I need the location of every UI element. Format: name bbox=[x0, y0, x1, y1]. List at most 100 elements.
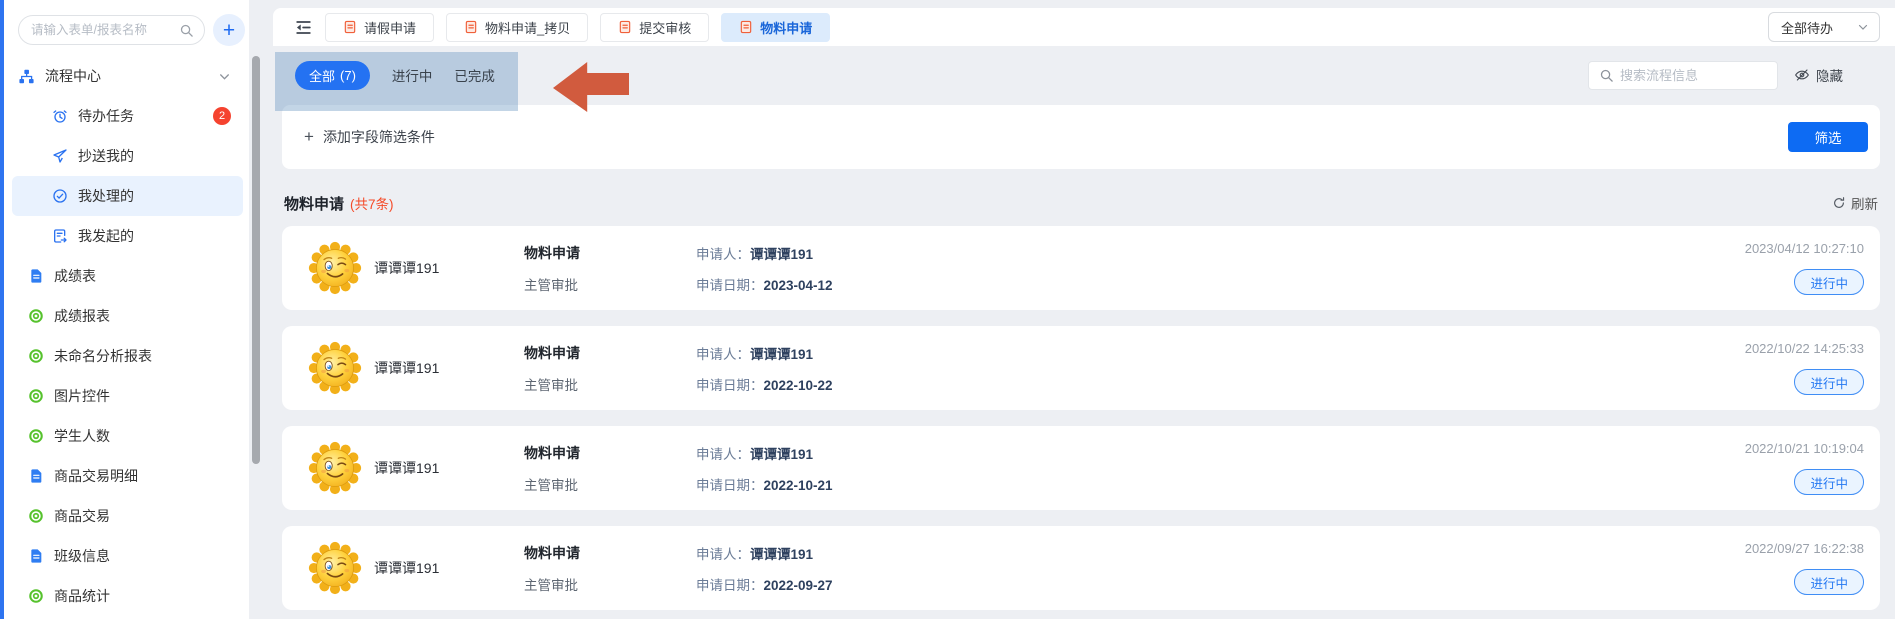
sidebar-search-input[interactable] bbox=[31, 23, 179, 37]
sidebar-scrollbar[interactable] bbox=[252, 56, 260, 464]
date-label: 申请日期： bbox=[696, 578, 764, 593]
current-step: 主管审批 bbox=[524, 374, 696, 394]
search-icon bbox=[179, 23, 194, 38]
tab-material-request-copy[interactable]: 物料申请_拷贝 bbox=[446, 13, 588, 42]
eye-slash-icon bbox=[1794, 67, 1810, 83]
menu-fold-icon[interactable] bbox=[293, 17, 313, 37]
applicant-value: 谭谭谭191 bbox=[750, 247, 813, 262]
sidebar-item-cc-to-me[interactable]: 抄送我的 bbox=[4, 136, 249, 176]
avatar bbox=[308, 241, 362, 295]
date-label: 申请日期： bbox=[696, 278, 764, 293]
form-name: 物料申请 bbox=[524, 543, 696, 563]
sidebar-item-trade[interactable]: 商品交易 bbox=[4, 496, 249, 536]
hide-label: 隐藏 bbox=[1816, 65, 1843, 85]
filter-tab-all[interactable]: 全部 (7) bbox=[295, 61, 370, 90]
sidebar-item-unnamed-report[interactable]: 未命名分析报表 bbox=[4, 336, 249, 376]
todo-filter-value: 全部待办 bbox=[1781, 18, 1833, 37]
sidebar-item-trade-detail[interactable]: 商品交易明细 bbox=[4, 456, 249, 496]
refresh-icon bbox=[1832, 196, 1846, 210]
process-card[interactable]: 谭谭谭191 物料申请 主管审批 申请人：谭谭谭191 申请日期：2022-09… bbox=[282, 526, 1880, 610]
filter-condition-card: + 添加字段筛选条件 筛选 bbox=[282, 105, 1880, 169]
tab-leave-request[interactable]: 请假申请 bbox=[325, 13, 434, 42]
tab-material-request[interactable]: 物料申请 bbox=[721, 13, 830, 42]
date-value: 2022-10-22 bbox=[764, 378, 833, 393]
tab-submit-review[interactable]: 提交审核 bbox=[600, 13, 709, 42]
sidebar-item-label: 商品交易明细 bbox=[54, 466, 138, 486]
hide-button[interactable]: 隐藏 bbox=[1794, 65, 1843, 85]
chevron-down-icon bbox=[1857, 21, 1869, 33]
report-icon bbox=[28, 348, 44, 364]
sidebar-item-todo-tasks[interactable]: 待办任务 2 bbox=[4, 96, 249, 136]
process-card[interactable]: 谭谭谭191 物料申请 主管审批 申请人：谭谭谭191 申请日期：2023-04… bbox=[282, 226, 1880, 310]
applicant-label: 申请人： bbox=[696, 347, 750, 362]
todo-filter-select[interactable]: 全部待办 bbox=[1768, 12, 1880, 42]
list-count: (共7条) bbox=[350, 193, 394, 213]
sidebar-item-label: 商品交易 bbox=[54, 506, 110, 526]
status-badge: 进行中 bbox=[1794, 269, 1864, 295]
sidebar-item-class-info[interactable]: 班级信息 bbox=[4, 536, 249, 576]
process-card[interactable]: 谭谭谭191 物料申请 主管审批 申请人：谭谭谭191 申请日期：2022-10… bbox=[282, 426, 1880, 510]
applicant-value: 谭谭谭191 bbox=[750, 447, 813, 462]
sidebar-item-label: 成绩报表 bbox=[54, 306, 110, 326]
chevron-down-icon[interactable] bbox=[218, 70, 231, 83]
applicant-label: 申请人： bbox=[696, 547, 750, 562]
current-step: 主管审批 bbox=[524, 274, 696, 294]
sidebar-item-label: 待办任务 bbox=[78, 106, 134, 126]
timestamp: 2022/10/21 10:19:04 bbox=[1745, 441, 1864, 456]
process-card[interactable]: 谭谭谭191 物料申请 主管审批 申请人：谭谭谭191 申请日期：2022-10… bbox=[282, 326, 1880, 410]
sidebar-item-label: 未命名分析报表 bbox=[54, 346, 152, 366]
report-icon bbox=[28, 308, 44, 324]
filter-tab-in-progress[interactable]: 进行中 bbox=[392, 65, 433, 85]
avatar bbox=[308, 341, 362, 395]
sidebar-item-label: 抄送我的 bbox=[78, 146, 134, 166]
search-icon bbox=[1599, 68, 1614, 83]
avatar bbox=[308, 441, 362, 495]
sidebar-item-product-stats[interactable]: 商品统计 bbox=[4, 576, 249, 616]
sidebar-item-label: 图片控件 bbox=[54, 386, 110, 406]
status-badge: 进行中 bbox=[1794, 369, 1864, 395]
sidebar-item-label: 成绩表 bbox=[54, 266, 96, 286]
sidebar-item-label: 班级信息 bbox=[54, 546, 110, 566]
filter-tab-completed[interactable]: 已完成 bbox=[454, 65, 495, 85]
sidebar-item-initiated-by-me[interactable]: 我发起的 bbox=[4, 216, 249, 256]
sidebar-item-handled-by-me[interactable]: 我处理的 bbox=[12, 176, 243, 216]
status-filter-row: 全部 (7) 进行中 已完成 隐藏 bbox=[273, 46, 1895, 104]
status-badge: 进行中 bbox=[1794, 469, 1864, 495]
add-condition-button[interactable]: + 添加字段筛选条件 bbox=[304, 127, 435, 147]
avatar bbox=[308, 541, 362, 595]
check-circle-icon bbox=[52, 188, 68, 204]
sidebar-search[interactable] bbox=[18, 15, 205, 45]
refresh-label: 刷新 bbox=[1851, 193, 1878, 213]
sidebar-item-process-center[interactable]: 流程中心 bbox=[4, 56, 249, 96]
paper-plane-icon bbox=[52, 148, 68, 164]
form-doc-icon bbox=[28, 548, 44, 564]
sidebar-item-student-count[interactable]: 学生人数 bbox=[4, 416, 249, 456]
sidebar-item-score-report[interactable]: 成绩报表 bbox=[4, 296, 249, 336]
applicant-label: 申请人： bbox=[696, 247, 750, 262]
process-search-input[interactable] bbox=[1620, 68, 1767, 83]
refresh-button[interactable]: 刷新 bbox=[1832, 193, 1878, 213]
report-icon bbox=[28, 508, 44, 524]
list-header: 物料申请 (共7条) 刷新 bbox=[284, 190, 1878, 216]
sidebar-nav: 流程中心 待办任务 2 抄送我的 我 bbox=[4, 56, 249, 616]
list-title: 物料申请 bbox=[284, 193, 344, 214]
form-doc-icon bbox=[28, 468, 44, 484]
timestamp: 2023/04/12 10:27:10 bbox=[1745, 241, 1864, 256]
doc-icon bbox=[739, 20, 753, 34]
sidebar-item-score-form[interactable]: 成绩表 bbox=[4, 256, 249, 296]
filter-button[interactable]: 筛选 bbox=[1788, 122, 1868, 152]
sidebar-item-image-widget[interactable]: 图片控件 bbox=[4, 376, 249, 416]
filter-tab-count: (7) bbox=[340, 68, 356, 83]
sidebar-item-label: 我处理的 bbox=[78, 186, 134, 206]
date-label: 申请日期： bbox=[696, 478, 764, 493]
applicant-name: 谭谭谭191 bbox=[374, 558, 524, 578]
document-send-icon bbox=[52, 228, 68, 244]
sidebar: + 流程中心 待办任务 2 bbox=[4, 0, 249, 619]
tab-label: 物料申请 bbox=[760, 18, 812, 37]
add-condition-label: 添加字段筛选条件 bbox=[323, 127, 435, 147]
top-tab-bar: 请假申请 物料申请_拷贝 提交审核 物料申请 全部待办 bbox=[273, 8, 1895, 46]
date-value: 2022-09-27 bbox=[764, 578, 833, 593]
add-form-button[interactable]: + bbox=[213, 14, 245, 46]
process-search[interactable] bbox=[1588, 61, 1778, 90]
applicant-value: 谭谭谭191 bbox=[750, 347, 813, 362]
